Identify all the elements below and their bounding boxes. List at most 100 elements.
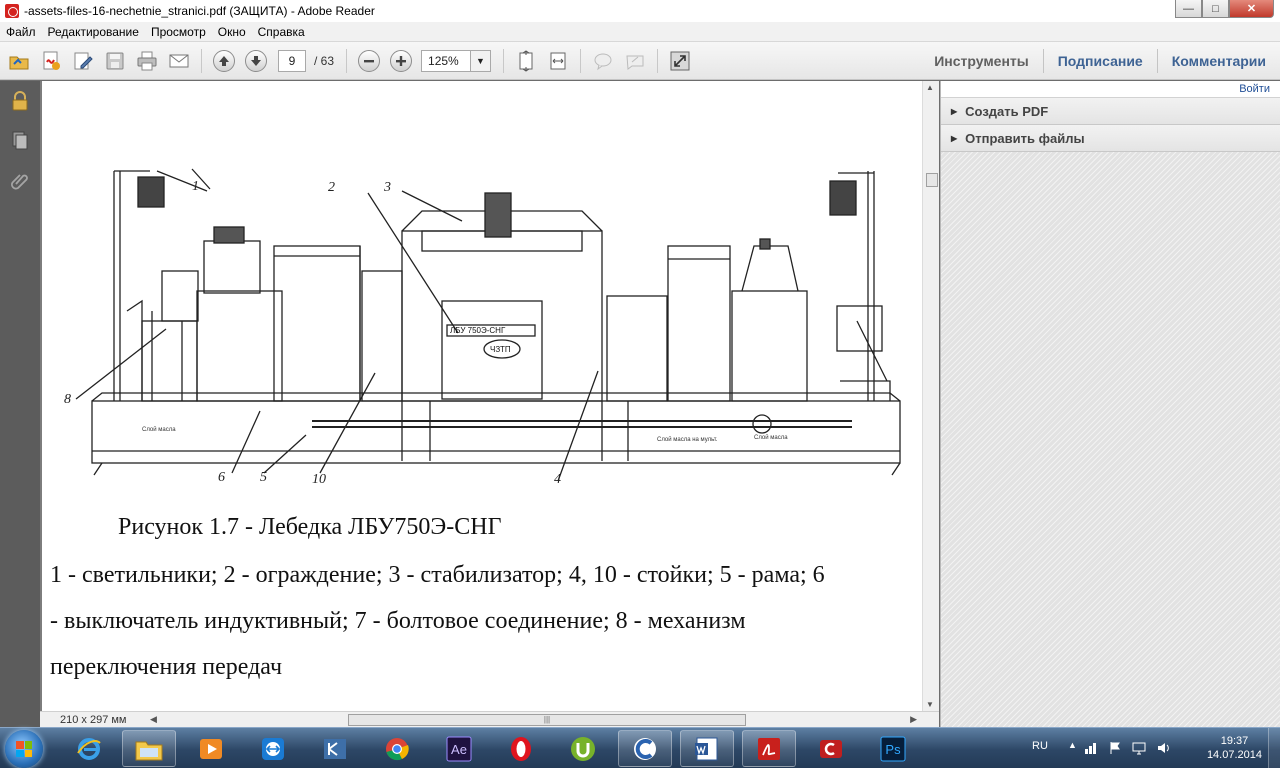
horizontal-scrollbar[interactable]: 210 x 297 мм ◀ ||| ▶ — [40, 711, 939, 727]
media-player-icon[interactable] — [184, 730, 238, 767]
clock-time: 19:37 — [1220, 735, 1249, 747]
ccleaner-icon[interactable] — [618, 730, 672, 767]
navigation-pane — [0, 81, 40, 727]
app-icon[interactable] — [308, 730, 362, 767]
ae-label: Ae — [451, 742, 467, 757]
fullscreen-icon[interactable] — [669, 50, 691, 72]
winch-drawing: Слой масла Слой масла на мульт. Слой мас… — [64, 168, 901, 487]
pdf-page: Слой масла Слой масла на мульт. Слой мас… — [42, 81, 922, 711]
show-desktop-button[interactable] — [1268, 728, 1280, 768]
legend-line: - выключатель индуктивный; 7 - болтовое … — [50, 608, 746, 634]
scrollbar-thumb[interactable] — [926, 173, 938, 187]
menu-view[interactable]: Просмотр — [145, 25, 212, 39]
scroll-up-icon[interactable]: ▲ — [926, 83, 934, 92]
callout-label: 2 — [328, 180, 335, 195]
pages-icon[interactable] — [0, 121, 40, 161]
monitor-icon[interactable] — [1132, 741, 1146, 755]
window-title: -assets-files-16-nechetnie_stranici.pdf … — [24, 4, 375, 18]
sign-link[interactable]: Подписание — [1044, 53, 1157, 69]
badge-text: ЧЗТП — [490, 345, 511, 354]
zoom-input[interactable]: 125% — [421, 49, 472, 72]
plate-text: ЛБУ 750Э-СНГ — [450, 326, 506, 335]
maximize-button[interactable]: □ — [1202, 0, 1229, 18]
callout-label: 1 — [192, 179, 199, 194]
zoom-out-button[interactable] — [358, 49, 381, 72]
send-files-item[interactable]: ▶ Отправить файлы — [941, 125, 1280, 152]
fit-page-icon[interactable] — [515, 49, 537, 72]
comment-bubble-icon[interactable] — [592, 50, 614, 72]
callout-label: 4 — [554, 472, 561, 487]
toolbar-separator — [580, 48, 582, 73]
flag-icon[interactable] — [1108, 741, 1122, 755]
menu-window[interactable]: Окно — [212, 25, 252, 39]
window-controls: — □ ✕ — [1175, 0, 1274, 18]
attachment-icon[interactable] — [0, 161, 40, 201]
menu-bar: Файл Редактирование Просмотр Окно Справк… — [0, 22, 1280, 42]
svg-text:Слой масла: Слой масла — [142, 426, 176, 433]
previous-page-button[interactable] — [213, 49, 235, 72]
page-number-input[interactable]: 9 — [278, 49, 306, 72]
close-button[interactable]: ✕ — [1229, 0, 1274, 18]
page-size-label: 210 x 297 мм — [60, 714, 127, 726]
svg-text:Слой масла на мульт.: Слой масла на мульт. — [657, 436, 718, 443]
chevron-down-icon[interactable]: ▼ — [471, 49, 492, 72]
chrome-icon[interactable] — [370, 730, 424, 767]
zoom-in-button[interactable] — [390, 49, 413, 72]
sign-pen-icon[interactable] — [624, 50, 646, 72]
login-link[interactable]: Войти — [941, 81, 1280, 98]
adobe-reader-icon — [5, 4, 19, 18]
ie-icon[interactable] — [62, 730, 116, 767]
toolbar-links: Инструменты Подписание Комментарии — [920, 42, 1280, 80]
scroll-down-icon[interactable]: ▼ — [926, 700, 934, 709]
volume-icon[interactable] — [1156, 741, 1170, 755]
legend-line: 1 - светильники; 2 - ограждение; 3 - ста… — [50, 562, 825, 588]
figure-caption: Рисунок 1.7 - Лебедка ЛБУ750Э-СНГ — [118, 514, 502, 540]
photoshop-icon[interactable]: Ps — [866, 730, 920, 767]
zoom-select[interactable]: 125% ▼ — [421, 49, 492, 72]
fit-width-icon[interactable] — [547, 50, 569, 72]
next-page-button[interactable] — [245, 49, 267, 72]
adobe-reader-icon[interactable] — [742, 730, 796, 767]
create-pdf-icon[interactable] — [40, 50, 62, 72]
triangle-right-icon: ▶ — [951, 106, 958, 116]
scroll-right-icon[interactable]: ▶ — [910, 714, 917, 725]
opera-icon[interactable] — [494, 730, 548, 767]
minimize-button[interactable]: — — [1175, 0, 1202, 18]
send-files-label: Отправить файлы — [965, 130, 1085, 146]
create-pdf-item[interactable]: ▶ Создать PDF — [941, 98, 1280, 125]
callout-label: 6 — [218, 470, 225, 485]
menu-help[interactable]: Справка — [252, 25, 311, 39]
scroll-left-icon[interactable]: ◀ — [150, 714, 157, 725]
menu-edit[interactable]: Редактирование — [42, 25, 145, 39]
chevron-up-icon[interactable]: ▲ — [1068, 740, 1077, 750]
network-icon[interactable] — [1084, 741, 1098, 755]
scrollbar-thumb[interactable]: ||| — [348, 714, 746, 726]
clock[interactable]: 19:37 14.07.2014 — [1207, 734, 1262, 762]
page-total: / 63 — [314, 53, 335, 68]
create-pdf-label: Создать PDF — [965, 103, 1049, 119]
legend-line: переключения передач — [50, 654, 283, 680]
file-explorer-icon[interactable] — [122, 730, 176, 767]
language-indicator[interactable]: RU — [1032, 740, 1048, 752]
toolbar-separator — [503, 48, 505, 73]
word-icon[interactable] — [680, 730, 734, 767]
ps-label: Ps — [885, 742, 901, 757]
save-icon[interactable] — [104, 50, 126, 72]
start-button[interactable] — [5, 730, 43, 768]
menu-file[interactable]: Файл — [0, 25, 42, 39]
utorrent-icon[interactable] — [556, 730, 610, 767]
tools-link[interactable]: Инструменты — [920, 53, 1043, 69]
triangle-right-icon: ▶ — [951, 133, 958, 143]
title-bar: -assets-files-16-nechetnie_stranici.pdf … — [0, 0, 1280, 22]
app-icon[interactable] — [804, 730, 858, 767]
teamviewer-icon[interactable] — [246, 730, 300, 767]
print-icon[interactable] — [136, 50, 158, 72]
open-icon[interactable] — [8, 50, 30, 72]
vertical-scrollbar[interactable]: ▲ ▼ — [922, 81, 939, 711]
edit-icon[interactable] — [72, 50, 94, 72]
lock-icon[interactable] — [0, 81, 40, 121]
svg-text:Слой масла: Слой масла — [754, 434, 788, 441]
comment-link[interactable]: Комментарии — [1158, 53, 1280, 69]
after-effects-icon[interactable]: Ae — [432, 730, 486, 767]
email-icon[interactable] — [168, 50, 190, 72]
